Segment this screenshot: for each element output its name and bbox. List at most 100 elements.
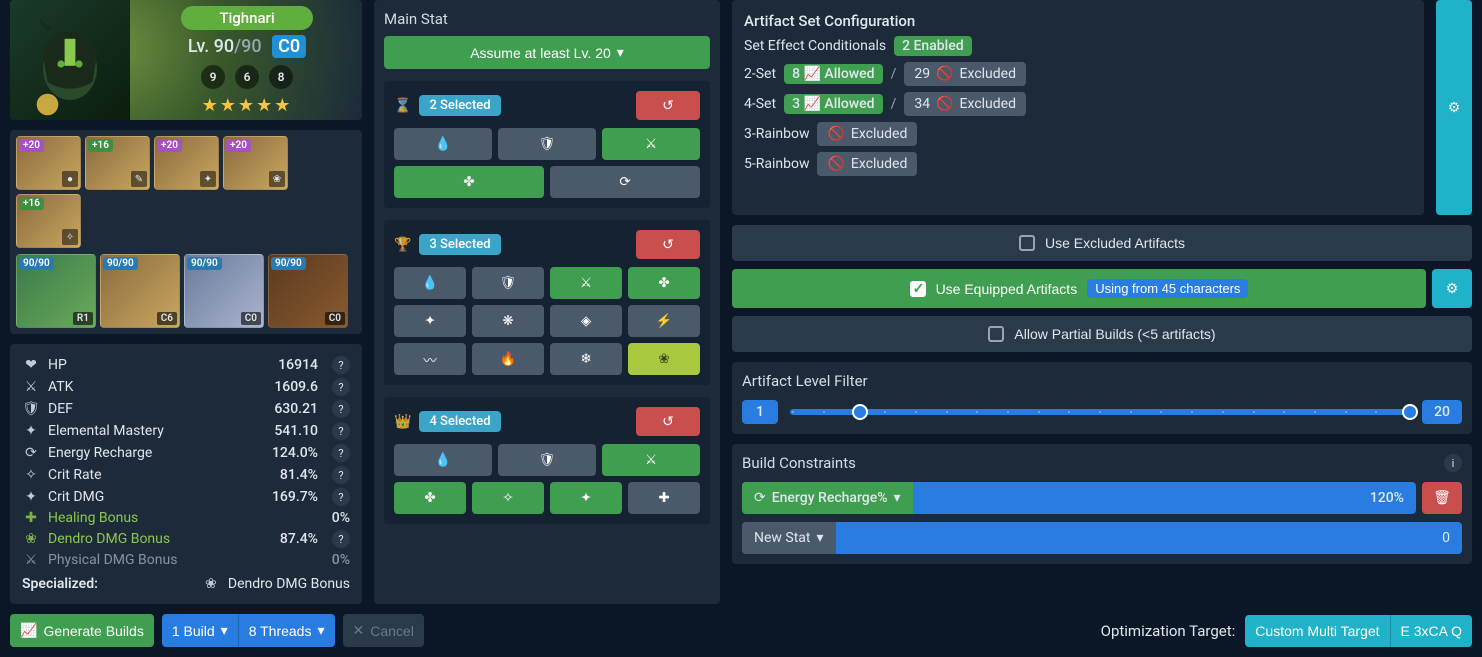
sands-atk-button[interactable]: ⚔	[602, 128, 700, 160]
artifact-flower[interactable]: +20●	[16, 136, 81, 190]
circlet-hp[interactable]: 💧	[394, 444, 492, 476]
goblet-cryo[interactable]: ❄	[550, 343, 622, 375]
target-dropdown[interactable]: Custom Multi Target	[1245, 615, 1389, 647]
talent-3[interactable]: 8	[269, 65, 293, 89]
two-set-excluded[interactable]: 29 🚫 Excluded	[904, 62, 1026, 86]
goblet-hp[interactable]: 💧	[394, 267, 466, 299]
stat-icon: ✦	[22, 423, 40, 439]
talent-1[interactable]: 9	[201, 65, 225, 89]
build-count-button[interactable]: 1 Build ▾	[162, 614, 238, 647]
specialized-value: Dendro DMG Bonus	[228, 576, 350, 592]
five-rainbow-state[interactable]: 🚫 Excluded	[817, 152, 917, 176]
slider-thumb-max[interactable]	[1402, 404, 1418, 420]
weapon-slot[interactable]: 90/90R1	[16, 254, 96, 328]
target-preset[interactable]: E 3xCA Q	[1390, 615, 1472, 647]
use-equipped-toggle[interactable]: Use Equipped Artifacts Using from 45 cha…	[732, 269, 1426, 308]
rarity-stars: ★★★★★	[140, 95, 354, 116]
goblet-atk[interactable]: ⚔	[550, 267, 622, 299]
stat-value: 541.10	[274, 423, 318, 439]
goblet-group: 🏆 3 Selected ↺ 💧 🛡 ⚔ ✤ ✦ ❋ ◈ ⚡ 〰 🔥 ❄	[384, 220, 710, 385]
team-member-3[interactable]: 90/90C0	[268, 254, 348, 328]
constraint-tag[interactable]: ⟳ Energy Recharge% ▾	[742, 482, 913, 514]
goblet-reset-button[interactable]: ↺	[636, 230, 700, 259]
slider-thumb-min[interactable]	[852, 404, 868, 420]
circlet-atk[interactable]: ⚔	[602, 444, 700, 476]
main-stat-title: Main Stat	[384, 10, 710, 28]
help-icon[interactable]: ?	[332, 466, 350, 484]
four-set-allowed[interactable]: 3 📈 Allowed	[784, 94, 883, 114]
undo-icon: ↺	[662, 97, 674, 114]
sands-er-button[interactable]: ⟳	[550, 166, 700, 198]
five-rainbow-label: 5-Rainbow	[744, 156, 809, 172]
artifact-circlet[interactable]: +16✧	[16, 194, 81, 248]
constellation-badge[interactable]: C0	[272, 35, 306, 58]
circlet-heal[interactable]: ✚	[628, 482, 700, 514]
delete-constraint-button[interactable]: 🗑	[1422, 482, 1462, 514]
use-excluded-toggle[interactable]: Use Excluded Artifacts	[732, 225, 1472, 261]
circlet-def[interactable]: 🛡	[498, 444, 596, 476]
help-icon[interactable]: ?	[332, 444, 350, 462]
artifact-goblet[interactable]: +20❀	[223, 136, 288, 190]
two-set-allowed[interactable]: 8 📈 Allowed	[784, 64, 883, 84]
circlet-reset-button[interactable]: ↺	[636, 407, 700, 436]
circlet-critrate[interactable]: ✧	[472, 482, 544, 514]
sword-icon: ⚔	[645, 452, 657, 468]
checkbox-icon	[988, 326, 1004, 342]
new-stat-row[interactable]: New Stat ▾ 0	[742, 522, 1462, 554]
character-name[interactable]: Tighnari	[181, 6, 312, 30]
circlet-em[interactable]: ✤	[394, 482, 466, 514]
generate-builds-button[interactable]: 📈 Generate Builds	[10, 614, 154, 647]
assume-level-button[interactable]: Assume at least Lv. 20 ▾	[384, 36, 710, 69]
artifact-plume[interactable]: +16✎	[85, 136, 150, 190]
circlet-chip[interactable]: 4 Selected	[419, 411, 500, 432]
sands-hp-button[interactable]: 💧	[394, 128, 492, 160]
help-icon[interactable]: ?	[332, 400, 350, 418]
goblet-pyro[interactable]: 🔥	[472, 343, 544, 375]
talent-2[interactable]: 6	[235, 65, 259, 89]
threads-button[interactable]: 8 Threads ▾	[238, 614, 335, 647]
constraint-row[interactable]: ⟳ Energy Recharge% ▾ 120%	[742, 482, 1416, 514]
team-member-2[interactable]: 90/90C0	[184, 254, 264, 328]
three-rainbow-state[interactable]: 🚫 Excluded	[817, 122, 917, 146]
goblet-chip[interactable]: 3 Selected	[419, 234, 500, 255]
character-portrait[interactable]	[10, 0, 130, 120]
conditionals-badge[interactable]: 2 Enabled	[894, 36, 972, 56]
help-icon[interactable]: ?	[332, 488, 350, 506]
equipped-settings-button[interactable]: ⚙	[1432, 269, 1472, 308]
equipped-count-badge: Using from 45 characters	[1087, 279, 1248, 298]
help-icon[interactable]: ?	[332, 356, 350, 374]
goblet-geo[interactable]: ◈	[550, 305, 622, 337]
help-icon[interactable]: ?	[332, 422, 350, 440]
level-display: Lv. 90/90 C0	[140, 36, 354, 57]
pyro-icon: 🔥	[500, 351, 517, 367]
sands-reset-button[interactable]: ↺	[636, 91, 700, 120]
stat-row: ✧Crit Rate81.4%?	[22, 464, 350, 486]
stat-value: 87.4%	[280, 531, 318, 547]
level-slider[interactable]	[790, 409, 1410, 415]
sands-chip[interactable]: 2 Selected	[419, 95, 500, 116]
stat-row: ❤HP16914?	[22, 354, 350, 376]
help-icon[interactable]: ?	[332, 378, 350, 396]
constraint-value[interactable]: 120%	[1358, 482, 1416, 514]
sword-icon: ⚔	[645, 136, 657, 152]
goblet-def[interactable]: 🛡	[472, 267, 544, 299]
goblet-dendro[interactable]: ❀	[628, 343, 700, 375]
stat-label: DEF	[48, 401, 266, 417]
sands-def-button[interactable]: 🛡	[498, 128, 596, 160]
goblet-anemo[interactable]: ❋	[472, 305, 544, 337]
allow-partial-toggle[interactable]: Allow Partial Builds (<5 artifacts)	[732, 316, 1472, 352]
goblet-em[interactable]: ✤	[628, 267, 700, 299]
config-settings-button[interactable]: ⚙	[1436, 0, 1472, 215]
gear-icon: ⚙	[1448, 100, 1461, 116]
goblet-phys[interactable]: ✦	[394, 305, 466, 337]
info-icon[interactable]: i	[1444, 454, 1462, 472]
sands-em-button[interactable]: ✤	[394, 166, 544, 198]
artifact-sands[interactable]: +20✦	[154, 136, 219, 190]
footer-bar: 📈 Generate Builds 1 Build ▾ 8 Threads ▾ …	[10, 604, 1472, 657]
team-member-1[interactable]: 90/90C6	[100, 254, 180, 328]
help-icon[interactable]: ?	[332, 530, 350, 548]
goblet-electro[interactable]: ⚡	[628, 305, 700, 337]
four-set-excluded[interactable]: 34 🚫 Excluded	[904, 92, 1026, 116]
circlet-critdmg[interactable]: ✦	[550, 482, 622, 514]
goblet-hydro[interactable]: 〰	[394, 343, 466, 375]
